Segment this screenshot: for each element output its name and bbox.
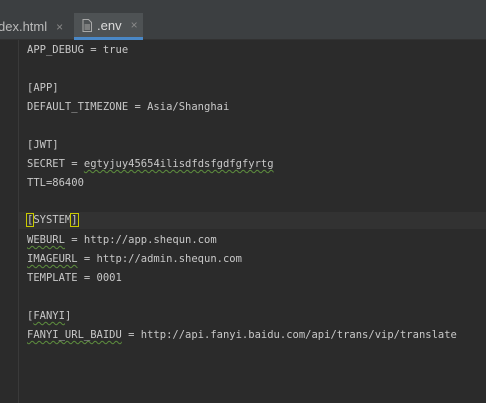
code-value-spellcheck: egtyjuy45654ilisdfdsfgdfgfyrtg <box>83 158 274 170</box>
tab-bar: dex.html × .env × <box>0 0 486 40</box>
editor-window: dex.html × .env × APP_DEBUG = true [APP]… <box>0 0 486 403</box>
code-line-jwt-section: [JWT] <box>27 139 59 151</box>
code-line-ttl: TTL=86400 <box>27 177 84 189</box>
code-line-fanyi-url: FANYI_URL_BAIDU = http://api.fanyi.baidu… <box>27 327 457 344</box>
close-icon[interactable]: × <box>56 20 63 34</box>
section-name: SYSTEM <box>33 214 72 226</box>
code-line-fanyi-section: [FANYI] <box>27 308 71 325</box>
code-line-weburl: WEBURL = http://app.shequn.com <box>27 232 217 249</box>
file-icon <box>82 18 92 32</box>
code-key-spellcheck: FANYI_URL_BAIDU <box>27 329 122 341</box>
code-line-app-section: [APP] <box>27 82 59 94</box>
code-value: = http://admin.shequn.com <box>77 253 242 265</box>
section-name-spellcheck: FANYI <box>33 310 65 322</box>
code-line-template: TEMPLATE = 0001 <box>27 272 122 284</box>
code-line-app-debug: APP_DEBUG = true <box>27 44 129 56</box>
editor-content[interactable]: APP_DEBUG = true [APP] DEFAULT_TIMEZONE … <box>0 40 486 403</box>
code-key-spellcheck: WEBURL <box>27 234 65 246</box>
code-key-spellcheck: IMAGEURL <box>27 253 78 265</box>
code-line-secret: SECRET = egtyjuy45654ilisdfdsfgdfgfyrtg <box>27 156 274 173</box>
tab-env[interactable]: .env × <box>74 13 143 40</box>
code-line-system-section-current: [SYSTEM] <box>19 212 486 229</box>
close-icon[interactable]: × <box>131 18 138 32</box>
code-value: = http://api.fanyi.baidu.com/api/trans/v… <box>121 329 457 341</box>
tab-label: .env <box>97 17 122 33</box>
tab-index-html[interactable]: dex.html × <box>0 13 74 40</box>
code-line-imageurl: IMAGEURL = http://admin.shequn.com <box>27 251 242 268</box>
code-key: SECRET = <box>27 158 84 170</box>
code-line-default-timezone: DEFAULT_TIMEZONE = Asia/Shanghai <box>27 101 230 113</box>
bracket-close: ] <box>64 310 72 322</box>
bracket-match-close: ] <box>70 213 79 227</box>
tab-label: dex.html <box>0 19 48 34</box>
code-value: = http://app.shequn.com <box>64 234 217 246</box>
